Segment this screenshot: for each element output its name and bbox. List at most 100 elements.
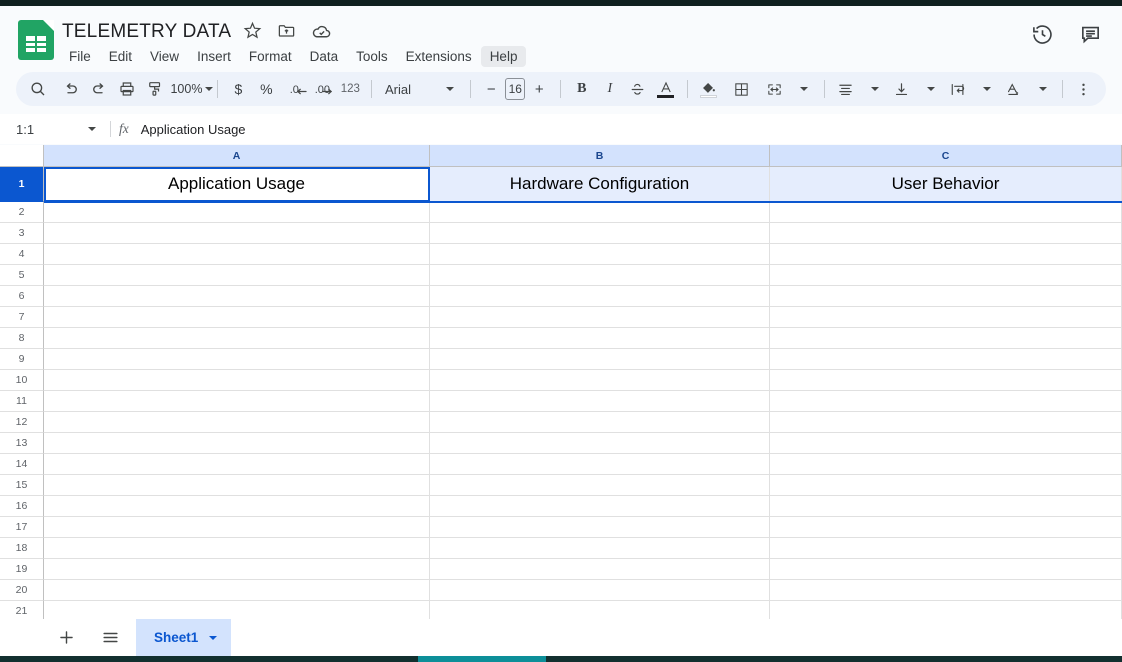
vertical-align-chevron-down-icon[interactable]: [915, 75, 943, 103]
cell-c10[interactable]: [770, 370, 1122, 391]
cell-c8[interactable]: [770, 328, 1122, 349]
cell-b10[interactable]: [430, 370, 770, 391]
print-icon[interactable]: [113, 75, 141, 103]
merge-chevron-down-icon[interactable]: [789, 75, 817, 103]
strikethrough-icon[interactable]: [624, 75, 652, 103]
borders-icon[interactable]: [728, 75, 756, 103]
cell-c4[interactable]: [770, 244, 1122, 265]
row-header-2[interactable]: 2: [0, 202, 44, 223]
cell-c6[interactable]: [770, 286, 1122, 307]
cell-c11[interactable]: [770, 391, 1122, 412]
saved-to-drive-cloud-icon[interactable]: [311, 21, 333, 43]
page-title[interactable]: TELEMETRY DATA: [62, 21, 231, 43]
cell-b6[interactable]: [430, 286, 770, 307]
row-header-7[interactable]: 7: [0, 307, 44, 328]
cell-c17[interactable]: [770, 517, 1122, 538]
menu-extensions[interactable]: Extensions: [397, 46, 481, 67]
cell-a13[interactable]: [44, 433, 430, 454]
cell-a4[interactable]: [44, 244, 430, 265]
cell-b20[interactable]: [430, 580, 770, 601]
sheet-tab-chevron-down-icon[interactable]: [209, 636, 217, 640]
cell-c19[interactable]: [770, 559, 1122, 580]
cell-b19[interactable]: [430, 559, 770, 580]
font-family-select[interactable]: Arial: [379, 75, 435, 103]
cell-c1[interactable]: User Behavior: [770, 167, 1122, 202]
comment-icon[interactable]: [1076, 20, 1104, 48]
cell-a1[interactable]: Application Usage: [44, 167, 430, 202]
row-header-17[interactable]: 17: [0, 517, 44, 538]
vertical-align-icon[interactable]: [887, 75, 915, 103]
cell-c14[interactable]: [770, 454, 1122, 475]
row-header-4[interactable]: 4: [0, 244, 44, 265]
undo-icon[interactable]: [57, 75, 85, 103]
formula-input[interactable]: Application Usage: [141, 122, 1122, 137]
merge-cells-icon[interactable]: [761, 75, 789, 103]
cell-b5[interactable]: [430, 265, 770, 286]
cell-a11[interactable]: [44, 391, 430, 412]
text-rotation-icon[interactable]: [999, 75, 1027, 103]
italic-icon[interactable]: I: [596, 75, 624, 103]
more-options-icon[interactable]: [1070, 75, 1098, 103]
percent-format-icon[interactable]: %: [252, 75, 280, 103]
cell-c3[interactable]: [770, 223, 1122, 244]
select-all-corner[interactable]: [0, 145, 44, 167]
cell-a9[interactable]: [44, 349, 430, 370]
cell-a12[interactable]: [44, 412, 430, 433]
cell-a2[interactable]: [44, 202, 430, 223]
column-header-b[interactable]: B: [430, 145, 770, 167]
text-color-icon[interactable]: [652, 75, 680, 103]
menu-data[interactable]: Data: [301, 46, 348, 67]
cell-c20[interactable]: [770, 580, 1122, 601]
cell-b18[interactable]: [430, 538, 770, 559]
version-history-icon[interactable]: [1028, 20, 1056, 48]
cell-b16[interactable]: [430, 496, 770, 517]
cell-c18[interactable]: [770, 538, 1122, 559]
horizontal-align-chevron-down-icon[interactable]: [859, 75, 887, 103]
currency-format-icon[interactable]: $: [224, 75, 252, 103]
menu-format[interactable]: Format: [240, 46, 301, 67]
cell-a6[interactable]: [44, 286, 430, 307]
cell-a5[interactable]: [44, 265, 430, 286]
increase-font-size-button[interactable]: +: [525, 75, 553, 103]
cell-b13[interactable]: [430, 433, 770, 454]
font-size-input[interactable]: 16: [505, 78, 525, 100]
all-sheets-menu-icon[interactable]: [92, 623, 128, 653]
row-header-9[interactable]: 9: [0, 349, 44, 370]
cell-c13[interactable]: [770, 433, 1122, 454]
cell-a17[interactable]: [44, 517, 430, 538]
increase-decimal-icon[interactable]: .00: [308, 75, 336, 103]
menu-insert[interactable]: Insert: [188, 46, 240, 67]
menu-view[interactable]: View: [141, 46, 188, 67]
name-box[interactable]: 1:1: [0, 122, 78, 137]
number-format-more-icon[interactable]: 123: [336, 75, 364, 103]
search-icon[interactable]: [24, 75, 52, 103]
fill-color-icon[interactable]: [694, 75, 722, 103]
cell-a20[interactable]: [44, 580, 430, 601]
row-header-1[interactable]: 1: [0, 167, 44, 202]
row-header-6[interactable]: 6: [0, 286, 44, 307]
zoom-control[interactable]: 100%: [174, 75, 209, 103]
cell-b2[interactable]: [430, 202, 770, 223]
font-family-chevron-down-icon[interactable]: [435, 75, 463, 103]
cell-c16[interactable]: [770, 496, 1122, 517]
cell-c12[interactable]: [770, 412, 1122, 433]
horizontal-align-icon[interactable]: [831, 75, 859, 103]
add-sheet-button[interactable]: [48, 623, 84, 653]
row-header-16[interactable]: 16: [0, 496, 44, 517]
menu-help[interactable]: Help: [481, 46, 527, 67]
row-header-15[interactable]: 15: [0, 475, 44, 496]
cell-a8[interactable]: [44, 328, 430, 349]
cell-a3[interactable]: [44, 223, 430, 244]
bold-icon[interactable]: B: [568, 75, 596, 103]
cell-b9[interactable]: [430, 349, 770, 370]
text-wrapping-icon[interactable]: [943, 75, 971, 103]
text-rotation-chevron-down-icon[interactable]: [1027, 75, 1055, 103]
cell-b3[interactable]: [430, 223, 770, 244]
row-header-11[interactable]: 11: [0, 391, 44, 412]
column-header-a[interactable]: A: [44, 145, 430, 167]
menu-file[interactable]: File: [60, 46, 100, 67]
row-header-13[interactable]: 13: [0, 433, 44, 454]
row-header-12[interactable]: 12: [0, 412, 44, 433]
cell-a14[interactable]: [44, 454, 430, 475]
row-header-20[interactable]: 20: [0, 580, 44, 601]
